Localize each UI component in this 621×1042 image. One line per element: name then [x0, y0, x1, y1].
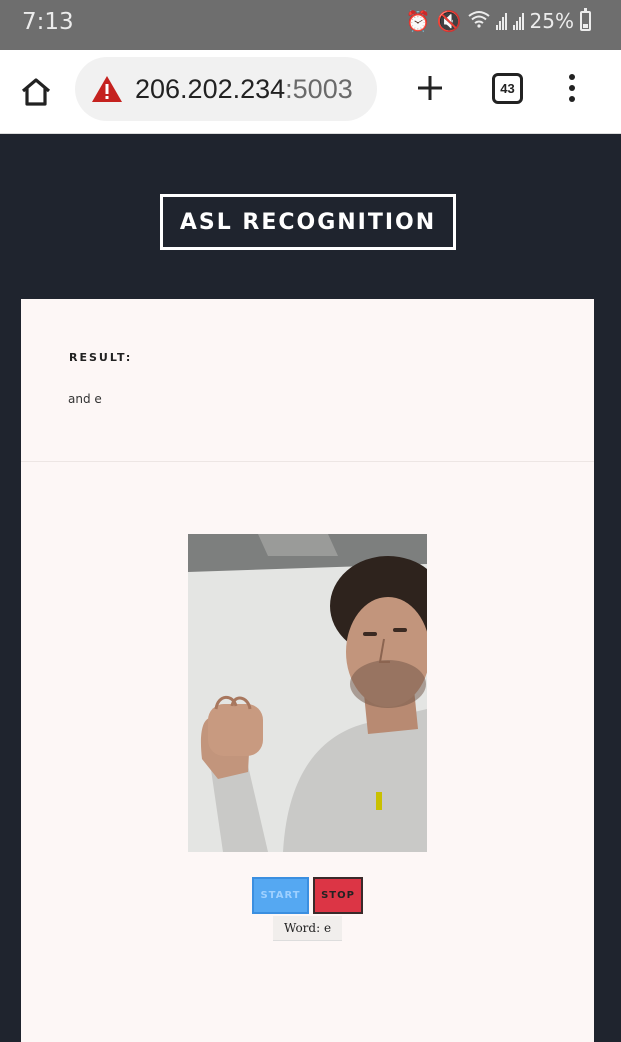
- battery-percent: 25%: [529, 9, 574, 33]
- alarm-icon: ⏰: [405, 9, 431, 33]
- word-display: Word: e: [273, 916, 342, 941]
- warning-icon: [92, 76, 122, 102]
- tabs-button[interactable]: 43: [492, 73, 523, 104]
- url-host: 206.202.234: [135, 73, 286, 104]
- signal-icon: [495, 12, 507, 30]
- menu-dot: [569, 74, 575, 80]
- result-label: RESULT:: [69, 351, 133, 364]
- recognition-controls: START STOP: [252, 877, 363, 914]
- stop-button[interactable]: STOP: [313, 877, 363, 914]
- main-card: RESULT: and e START STOP Word: e: [21, 299, 594, 1042]
- url-text: 206.202.234:5003: [135, 74, 353, 105]
- result-section: RESULT: and e: [21, 299, 594, 462]
- menu-button[interactable]: [560, 68, 584, 108]
- home-icon: [21, 78, 51, 106]
- new-tab-icon: [418, 76, 442, 100]
- status-time: 7:13: [22, 9, 74, 35]
- menu-dot: [569, 85, 575, 91]
- new-tab-button[interactable]: [410, 68, 450, 108]
- camera-feed: [188, 534, 427, 852]
- wifi-icon: [467, 9, 490, 33]
- browser-toolbar: 206.202.234:5003 43: [0, 50, 621, 134]
- url-port: :5003: [285, 73, 353, 104]
- status-bar: 7:13 ⏰ 🔇 25%: [0, 0, 621, 50]
- start-button[interactable]: START: [252, 877, 309, 914]
- mute-icon: 🔇: [436, 9, 462, 33]
- signal-icon-2: [512, 12, 524, 30]
- status-icons: ⏰ 🔇 25%: [405, 8, 591, 33]
- page-header: ASL RECOGNITION: [160, 194, 456, 250]
- result-value: and e: [68, 392, 102, 406]
- menu-dot: [569, 96, 575, 102]
- page-title: ASL RECOGNITION: [179, 209, 437, 235]
- tab-count: 43: [500, 81, 515, 96]
- address-bar[interactable]: 206.202.234:5003: [75, 57, 377, 121]
- home-button[interactable]: [14, 70, 58, 114]
- battery-icon: [580, 8, 591, 31]
